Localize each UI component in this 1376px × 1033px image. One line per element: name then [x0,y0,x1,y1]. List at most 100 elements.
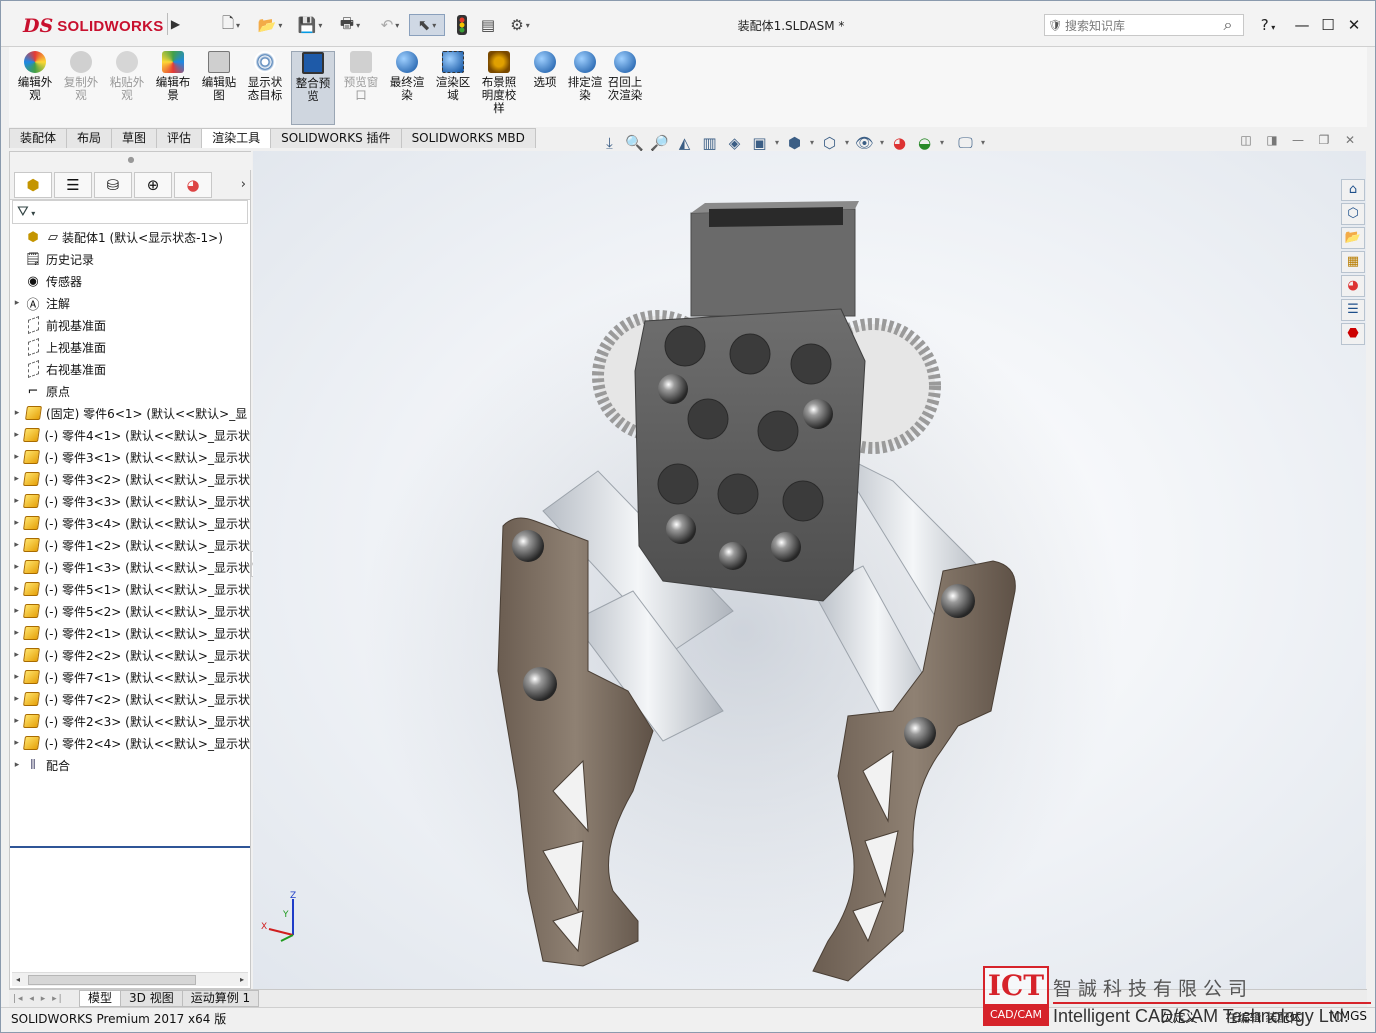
expand-arrow-icon[interactable]: ▸ [10,452,23,462]
split-right-icon[interactable]: ◨ [1259,133,1285,147]
expand-arrow-icon[interactable]: ▸ [10,716,23,726]
tab-motion-study[interactable]: 运动算例 1 [181,990,260,1007]
expand-arrow-icon[interactable]: ▸ [10,628,23,638]
expand-arrow-icon[interactable]: ▸ [10,474,23,484]
edit-scene-button[interactable]: 编辑布景 [151,51,195,125]
tab-solidworks-addins[interactable]: SOLIDWORKS 插件 [270,128,402,148]
expand-arrow-icon[interactable]: ▸ [10,540,23,550]
integrated-preview-button[interactable]: 整合预览 [291,51,335,125]
home-icon[interactable]: ⌂ [1341,179,1365,201]
close-button[interactable]: ✕ [1343,14,1365,36]
tab-3d-view[interactable]: 3D 视图 [120,990,183,1007]
tree-item[interactable]: 🗒 历史记录 [10,248,250,270]
tree-item[interactable]: ▸ (-) 零件2<4> (默认<<默认>_显示状 [10,732,250,754]
select-button[interactable]: ⬉ ▾ [409,14,445,36]
scrollbar-thumb[interactable] [28,975,196,985]
tree-item[interactable]: ▸ (-) 零件7<1> (默认<<默认>_显示状 [10,666,250,688]
edit-appearance-button[interactable]: 编辑外观 [13,51,57,125]
tree-item[interactable]: ▸ Ⓐ 注解 [10,292,250,314]
viewport-minimize-icon[interactable]: — [1285,133,1311,147]
configuration-manager-tab[interactable]: ⛁ [94,171,132,198]
help-button[interactable]: ? ▾ [1251,14,1285,36]
undo-button[interactable]: ↶ ▾ [373,14,407,36]
display-manager-tab[interactable]: ◕ [174,171,212,198]
tab-evaluate[interactable]: 评估 [156,128,203,148]
file-explorer-icon[interactable]: 📂 [1341,227,1365,249]
tree-item[interactable]: 上视基准面 [10,336,250,358]
graphics-viewport[interactable]: Z X Y [253,151,1366,989]
tree-item[interactable]: ▸ (-) 零件3<4> (默认<<默认>_显示状 [10,512,250,534]
rebuild-button[interactable] [451,14,473,36]
viewport-close-icon[interactable]: ✕ [1337,133,1363,147]
tree-item[interactable]: ▸ (-) 零件3<2> (默认<<默认>_显示状 [10,468,250,490]
chevron-right-icon[interactable]: › [241,177,246,192]
maximize-button[interactable]: ☐ [1317,14,1339,36]
tree-horizontal-scrollbar[interactable]: ◂ ▸ [12,972,248,986]
open-document-button[interactable]: 📂 ▾ [253,14,287,36]
minimize-button[interactable]: — [1291,14,1313,36]
tab-model[interactable]: 模型 [79,990,122,1007]
tree-item[interactable]: ◉ 传感器 [10,270,250,292]
render-region-button[interactable]: 渲染区域 [431,51,475,125]
expand-arrow-icon[interactable]: ▸ [10,496,23,506]
tab-assembly[interactable]: 装配体 [9,128,68,148]
tree-item[interactable]: ▸ (-) 零件4<1> (默认<<默认>_显示状 [10,424,250,446]
tree-item[interactable]: ▸ (-) 零件2<2> (默认<<默认>_显示状 [10,644,250,666]
tab-render-tools[interactable]: 渲染工具 [201,128,272,148]
expand-arrow-icon[interactable]: ▸ [10,298,24,308]
recall-last-render-button[interactable]: 召回上次渲染 [603,51,647,125]
tree-item[interactable]: ▸ (-) 零件3<1> (默认<<默认>_显示状 [10,446,250,468]
pane-drag-handle[interactable]: ● [10,152,252,170]
tree-item[interactable]: ▸ (-) 零件7<2> (默认<<默认>_显示状 [10,688,250,710]
expand-arrow-icon[interactable]: ▸ [10,518,23,528]
expand-arrow-icon[interactable]: ▸ [10,650,23,660]
feature-manager-tab[interactable]: ⬢ [14,171,52,198]
tree-item[interactable]: 右视基准面 [10,358,250,380]
print-button[interactable]: 🖶 ▾ [333,14,367,36]
custom-properties-icon[interactable]: ☰ [1341,299,1365,321]
rollback-bar[interactable] [10,846,250,848]
scene-illumination-proof-button[interactable]: 布景照明度校样 [477,51,521,125]
solidworks-forum-icon[interactable]: ⬣ [1341,323,1365,345]
scroll-left-icon[interactable]: ◂ [12,973,24,987]
tree-item[interactable]: ▸ (-) 零件2<3> (默认<<默认>_显示状 [10,710,250,732]
tree-item[interactable]: ▸ (-) 零件1<3> (默认<<默认>_显示状 [10,556,250,578]
design-library-icon[interactable]: ⬡ [1341,203,1365,225]
expand-arrow-icon[interactable]: ▸ [10,584,23,594]
tree-item[interactable]: 前视基准面 [10,314,250,336]
expand-arrow-icon[interactable]: ▸ [10,694,23,704]
expand-arrow-icon[interactable]: ▸ [10,562,23,572]
copy-appearance-button[interactable]: 复制外观 [59,51,103,125]
expand-arrow-icon[interactable]: ▸ [10,606,23,616]
expand-arrow-icon[interactable]: ▸ [10,672,23,682]
tree-item[interactable]: ▸ (-) 零件3<3> (默认<<默认>_显示状 [10,490,250,512]
viewport-restore-icon[interactable]: ❐ [1311,133,1337,147]
solidworks-logo[interactable]: DS SOLIDWORKS [23,11,163,41]
file-properties-button[interactable]: ▤ [477,14,499,36]
tab-sketch[interactable]: 草图 [111,128,158,148]
property-manager-tab[interactable]: ☰ [54,171,92,198]
new-document-button[interactable]: 🗋 ▾ [215,14,247,36]
tree-item[interactable]: ▸ (-) 零件2<1> (默认<<默认>_显示状 [10,622,250,644]
tree-filter[interactable]: ⛛ ▾ [12,200,248,224]
expand-arrow-icon[interactable]: ▸ [10,408,24,418]
preview-window-button[interactable]: 预览窗口 [339,51,383,125]
schedule-render-button[interactable]: 排定渲染 [563,51,607,125]
tree-root[interactable]: ⬢ ▱ 装配体1 (默认<显示状态-1>) [10,226,250,248]
search-box[interactable]: 🛡 搜索知识库 ⌕ [1044,14,1244,36]
menu-expand-arrow-icon[interactable]: ▶ [167,13,183,35]
expand-arrow-icon[interactable]: ▸ [10,760,24,770]
tab-nav-arrows-icon[interactable]: |◂ ◂ ▸ ▸| [9,994,79,1004]
dimxpert-manager-tab[interactable]: ⊕ [134,171,172,198]
options-button[interactable]: ⚙ ▾ [503,14,537,36]
appearances-icon[interactable]: ◕ [1341,275,1365,297]
edit-decal-button[interactable]: 编辑贴图 [197,51,241,125]
tree-item[interactable]: ▸ (-) 零件5<2> (默认<<默认>_显示状 [10,600,250,622]
expand-arrow-icon[interactable]: ▸ [10,738,23,748]
final-render-button[interactable]: 最终渲染 [385,51,429,125]
paste-appearance-button[interactable]: 粘贴外观 [105,51,149,125]
tree-item[interactable]: ▸ (固定) 零件6<1> (默认<<默认>_显 [10,402,250,424]
search-icon[interactable]: ⌕ [1213,15,1243,35]
tree-item[interactable]: ▸ ⫴ 配合 [10,754,250,776]
display-state-target-button[interactable]: 显示状态目标 [243,51,287,125]
